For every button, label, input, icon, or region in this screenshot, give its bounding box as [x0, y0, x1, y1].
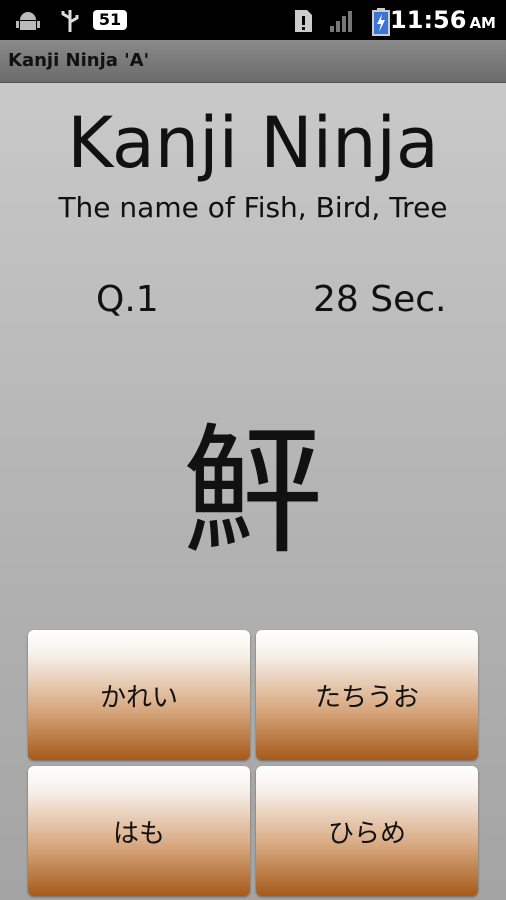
sim-alert-icon [295, 10, 312, 32]
answer-button-3[interactable]: はも [28, 766, 250, 896]
clock: 11:56 AM [390, 6, 496, 34]
category-subtitle: The name of Fish, Bird, Tree [58, 191, 448, 224]
status-bar: 51 11:56 AM [0, 0, 506, 40]
signal-icon [330, 11, 352, 32]
window-title-bar: Kanji Ninja 'A' [0, 40, 506, 83]
answer-button-2[interactable]: たちうお [256, 630, 478, 760]
app-title: Kanji Ninja [67, 102, 439, 184]
question-kanji: 鮃 [182, 411, 323, 574]
android-debug-icon [16, 12, 40, 30]
notification-count-badge: 51 [93, 10, 127, 30]
window-title: Kanji Ninja 'A' [8, 50, 150, 71]
battery-charging-icon [372, 8, 390, 36]
question-number: Q.1 [96, 279, 159, 320]
countdown-timer: 28 Sec. [313, 279, 447, 320]
usb-icon [61, 10, 79, 32]
answer-button-1[interactable]: かれい [28, 630, 250, 760]
answer-button-4[interactable]: ひらめ [256, 766, 478, 896]
